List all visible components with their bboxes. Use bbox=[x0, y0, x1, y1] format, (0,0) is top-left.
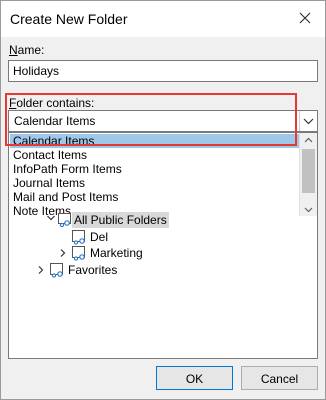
chevron-right-icon[interactable] bbox=[59, 249, 67, 257]
folder-contains-label: Folder contains: bbox=[9, 96, 94, 110]
folder-tree[interactable]: All Public Folders Del Marketing Favorit… bbox=[8, 212, 318, 359]
scroll-down-icon[interactable] bbox=[300, 205, 317, 215]
list-item[interactable]: Calendar Items bbox=[10, 134, 302, 148]
tree-node-del[interactable]: Del bbox=[90, 229, 108, 245]
dropdown-selected-value: Calendar Items bbox=[14, 114, 96, 128]
folder-contains-dropdown[interactable]: Calendar Items bbox=[8, 110, 318, 132]
chevron-down-icon bbox=[303, 118, 314, 125]
ok-button[interactable]: OK bbox=[156, 366, 233, 390]
title-bar: Create New Folder bbox=[1, 1, 325, 37]
scroll-up-icon[interactable] bbox=[300, 135, 317, 145]
chevron-down-icon[interactable] bbox=[47, 214, 55, 222]
folder-icon bbox=[72, 246, 85, 261]
folder-contains-rest: older contains: bbox=[16, 96, 95, 110]
name-label-accesskey: N bbox=[9, 43, 18, 57]
dialog-title: Create New Folder bbox=[10, 11, 128, 27]
list-item[interactable]: InfoPath Form Items bbox=[10, 162, 302, 176]
name-field-value: Holidays bbox=[13, 64, 60, 78]
close-icon[interactable] bbox=[295, 8, 315, 28]
tree-node-marketing[interactable]: Marketing bbox=[90, 245, 143, 261]
name-label: Name: bbox=[9, 43, 44, 57]
tree-node-all-public-folders[interactable]: All Public Folders bbox=[72, 212, 169, 228]
folder-icon bbox=[72, 230, 85, 245]
chevron-right-icon[interactable] bbox=[37, 266, 45, 274]
scrollbar-thumb[interactable] bbox=[302, 149, 315, 193]
tree-node-favorites[interactable]: Favorites bbox=[68, 262, 117, 278]
favorites-folder-icon bbox=[50, 263, 63, 278]
name-label-rest: ame: bbox=[17, 43, 45, 57]
cancel-button[interactable]: Cancel bbox=[241, 366, 318, 390]
name-field[interactable]: Holidays bbox=[8, 60, 318, 82]
list-item[interactable]: Journal Items bbox=[10, 176, 302, 190]
public-folder-icon bbox=[58, 213, 71, 228]
list-scrollbar[interactable] bbox=[299, 133, 317, 217]
create-new-folder-dialog: Create New Folder Name: Holidays Folder … bbox=[0, 0, 326, 400]
dropdown-button[interactable] bbox=[299, 111, 317, 131]
list-item[interactable]: Mail and Post Items bbox=[10, 190, 302, 204]
folder-type-list[interactable]: Calendar Items Contact Items InfoPath Fo… bbox=[8, 132, 318, 218]
list-item[interactable]: Contact Items bbox=[10, 148, 302, 162]
